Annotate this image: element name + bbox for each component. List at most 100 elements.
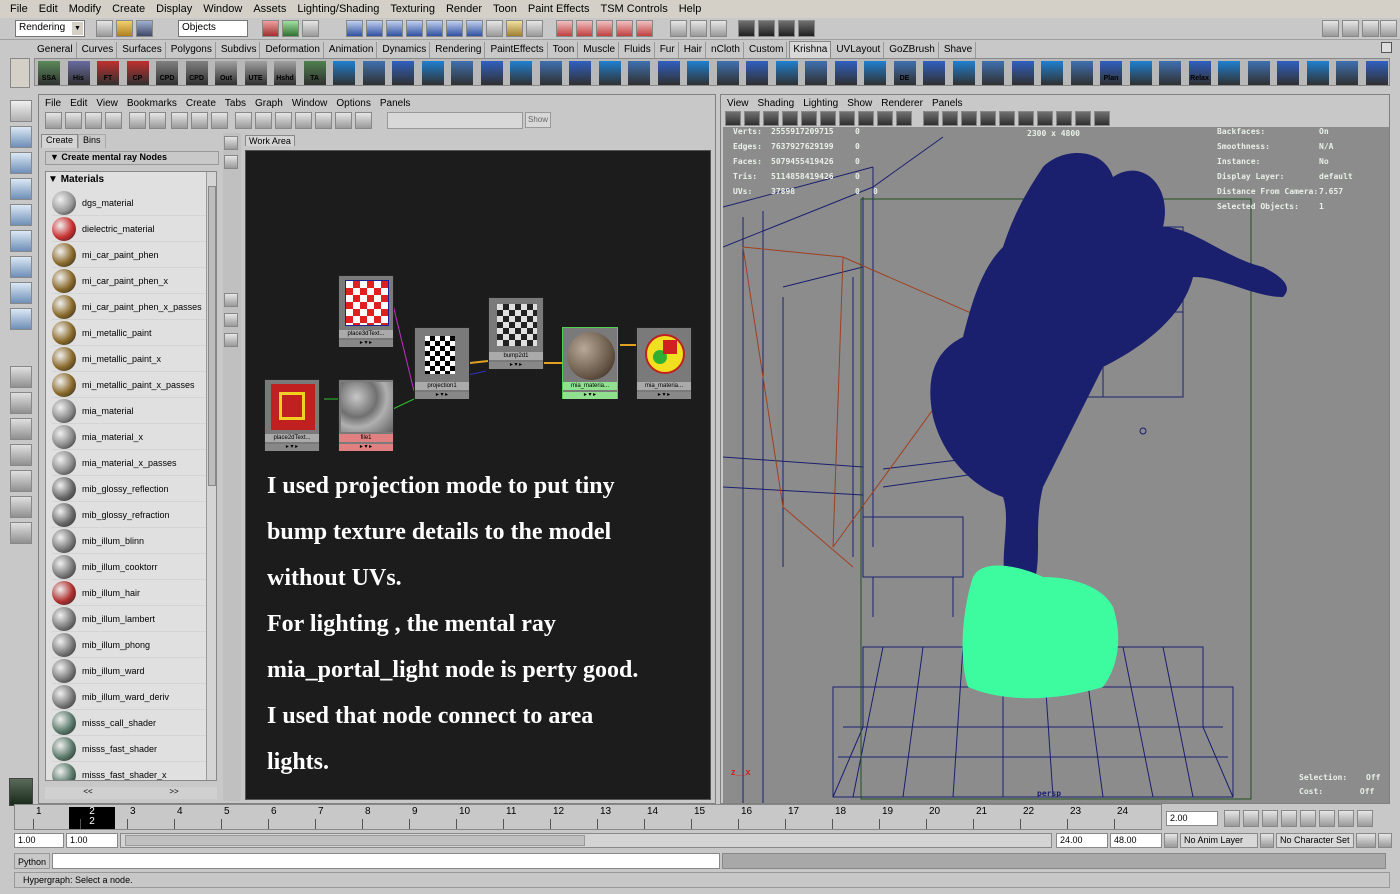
last-tool-icon[interactable] <box>10 308 32 330</box>
render-frame-icon[interactable] <box>556 20 573 37</box>
shelf-button-icon-19[interactable] <box>598 61 621 85</box>
shelf-tab-krishna[interactable]: Krishna <box>789 41 832 58</box>
shelf-tab-deformation[interactable]: Deformation <box>262 42 324 58</box>
key-icon[interactable] <box>1356 833 1376 848</box>
go-to-start-icon[interactable] <box>1224 810 1240 827</box>
tool-settings-icon[interactable] <box>1362 20 1379 37</box>
viewport-tool-icon[interactable] <box>1018 111 1034 126</box>
menu-help[interactable]: Help <box>679 3 702 15</box>
anim-layer-dropdown[interactable]: No Anim Layer <box>1180 833 1258 848</box>
select-by-type-icon[interactable] <box>346 20 363 37</box>
menu-tsm-controls[interactable]: TSM Controls <box>600 3 667 15</box>
input-output-connections-icon[interactable] <box>255 112 272 129</box>
hypershade-search-input[interactable] <box>387 112 523 129</box>
hypershade-menu-bookmarks[interactable]: Bookmarks <box>127 98 177 109</box>
lock-icon[interactable] <box>506 20 523 37</box>
shelf-button-relax[interactable]: Relax <box>1188 61 1211 85</box>
arrow-right-icon[interactable] <box>149 112 166 129</box>
material-item[interactable]: misss_fast_shader_x <box>52 762 210 780</box>
hypershade-menu-view[interactable]: View <box>96 98 118 109</box>
material-item[interactable]: misss_call_shader <box>52 710 210 736</box>
shelf-button-out[interactable]: Out <box>215 61 237 85</box>
shelf-tab-custom[interactable]: Custom <box>746 42 788 58</box>
viewport-tool-icon[interactable] <box>1094 111 1110 126</box>
shelf-button-icon-32[interactable] <box>982 61 1004 85</box>
hypershade-menu-file[interactable]: File <box>45 98 61 109</box>
shelf-button-icon-20[interactable] <box>628 61 650 85</box>
snap-point-icon[interactable] <box>426 20 443 37</box>
hypershade-menu-options[interactable]: Options <box>336 98 370 109</box>
snap-grid-icon[interactable] <box>386 20 403 37</box>
viewport-tool-icon[interactable] <box>1037 111 1053 126</box>
grid-icon[interactable] <box>670 20 687 37</box>
shelf-button-icon-11[interactable] <box>362 61 385 85</box>
menu-edit[interactable]: Edit <box>39 3 58 15</box>
shelf-button-cpd[interactable]: CPD <box>185 61 208 85</box>
shelf-menu-icon[interactable] <box>1381 42 1392 53</box>
shelf-tab-hair[interactable]: Hair <box>681 42 707 58</box>
shelf-tab-polygons[interactable]: Polygons <box>168 42 216 58</box>
viewport-tool-icon[interactable] <box>1056 111 1072 126</box>
menu-set-dropdown[interactable]: Rendering ▼ <box>15 20 85 37</box>
viewport-tool-icon[interactable] <box>801 111 817 126</box>
attribute-icon[interactable] <box>710 20 727 37</box>
node-ports[interactable]: ▸ ▾ ▸ <box>637 392 691 399</box>
range-slider[interactable] <box>120 833 1052 848</box>
hypershade-menu-edit[interactable]: Edit <box>70 98 87 109</box>
shelf-button-icon-22[interactable] <box>687 61 709 85</box>
graph-editor-layout-icon[interactable] <box>10 496 32 518</box>
shelf-button-icon-13[interactable] <box>421 61 444 85</box>
chevron-down-icon[interactable] <box>1260 833 1274 848</box>
shelf-tab-ncloth[interactable]: nCloth <box>708 42 744 58</box>
single-perspective-layout-icon[interactable] <box>10 366 32 388</box>
step-back-key-icon[interactable] <box>1262 810 1278 827</box>
select-component-icon[interactable] <box>302 20 319 37</box>
shelf-button-plan[interactable]: Plan <box>1100 61 1122 85</box>
shelf-button-icon-30[interactable] <box>923 61 945 85</box>
viewport-tool-icon[interactable] <box>744 111 760 126</box>
tab-bins[interactable]: Bins <box>78 134 106 148</box>
material-item[interactable]: mib_illum_ward <box>52 658 210 684</box>
materials-header[interactable]: ▼ Materials <box>48 174 204 188</box>
material-item[interactable]: mi_metallic_paint_x_passes <box>52 372 210 398</box>
move-tool-icon[interactable] <box>10 178 32 200</box>
menu-toon[interactable]: Toon <box>493 3 517 15</box>
hypershade-layout-icon[interactable] <box>10 470 32 492</box>
graph-materials-icon[interactable] <box>191 112 208 129</box>
material-item[interactable]: mib_illum_ward_deriv <box>52 684 210 710</box>
menu-render[interactable]: Render <box>446 3 482 15</box>
shelf-tab-general[interactable]: General <box>34 42 77 58</box>
material-item[interactable]: mia_material_x <box>52 424 210 450</box>
shelf-button-icon-42[interactable] <box>1277 61 1299 85</box>
step-back-frame-icon[interactable] <box>1243 810 1259 827</box>
shelf-tab-muscle[interactable]: Muscle <box>580 42 620 58</box>
node-ports[interactable]: ▸ ▾ ▸ <box>415 392 469 399</box>
snap-surface-icon[interactable] <box>466 20 483 37</box>
menu-lighting-shading[interactable]: Lighting/Shading <box>297 3 379 15</box>
hypershade-icon[interactable] <box>616 20 633 37</box>
sort-icon[interactable] <box>315 112 332 129</box>
shelf-button-ssa[interactable]: SSA <box>38 61 60 85</box>
shelf-tab-curves[interactable]: Curves <box>79 42 118 58</box>
magnet-icon[interactable] <box>636 20 653 37</box>
shelf-button-icon-17[interactable] <box>539 61 562 85</box>
material-item[interactable]: mia_material_x_passes <box>52 450 210 476</box>
perspective-viewport[interactable]: Verts: 2555917209715 0 Edges: 7637927629199 0… <box>723 127 1389 803</box>
menu-file[interactable]: File <box>10 3 28 15</box>
shelf-button-ft[interactable]: FT <box>97 61 119 85</box>
material-item[interactable]: mib_illum_hair <box>52 580 210 606</box>
shelf-options-icon[interactable] <box>10 58 30 88</box>
attribute-editor-icon[interactable] <box>1380 20 1397 37</box>
arrow-left-icon[interactable] <box>129 112 146 129</box>
selection-mode-field[interactable]: Objects <box>178 20 248 37</box>
shelf-tab-gozbrush[interactable]: GoZBrush <box>886 42 939 58</box>
material-item[interactable]: mib_illum_blinn <box>52 528 210 554</box>
shelf-button-icon-24[interactable] <box>746 61 768 85</box>
viewport-tool-icon[interactable] <box>782 111 798 126</box>
shelf-button-cp[interactable]: CP <box>126 61 149 85</box>
step-forward-frame-icon[interactable] <box>1338 810 1354 827</box>
select-object-icon[interactable] <box>282 20 299 37</box>
script-language-button[interactable]: Python <box>14 853 50 869</box>
shelf-tab-dynamics[interactable]: Dynamics <box>379 42 431 58</box>
material-item[interactable]: mi_car_paint_phen <box>52 242 210 268</box>
